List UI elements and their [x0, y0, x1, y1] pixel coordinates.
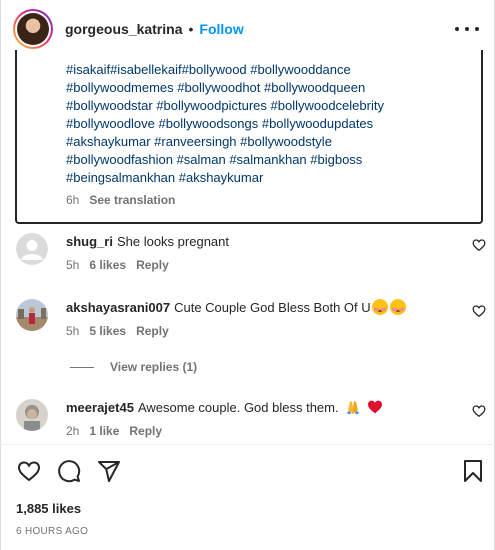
caption-meta: 6h See translation — [66, 193, 481, 207]
caption-hashtags: #isakaif#isabellekaif#bollywood #bollywo… — [66, 61, 476, 187]
avatar-border — [15, 11, 51, 47]
comment-username[interactable]: shug_ri — [66, 234, 113, 249]
more-options-icon[interactable] — [455, 19, 479, 39]
avatar-photo — [16, 299, 48, 331]
replies-divider-line — [70, 366, 94, 368]
view-replies-button[interactable]: View replies (1) — [70, 360, 197, 374]
actions-divider — [0, 444, 495, 445]
share-icon[interactable] — [97, 459, 121, 483]
likes-count[interactable]: 1,885 likes — [16, 501, 81, 516]
folded-hands-emoji — [347, 401, 360, 414]
comment-heart-icon[interactable] — [472, 304, 486, 318]
see-translation-button[interactable]: See translation — [89, 193, 175, 207]
comment-meta: 2h 1 like Reply — [66, 424, 466, 438]
avatar-photo — [16, 399, 48, 431]
hashtag-line[interactable]: #bollywoodstar #bollywoodpictures #bolly… — [66, 97, 476, 115]
red-heart-emoji — [367, 400, 382, 414]
comment-meta: 5h 5 likes Reply — [66, 324, 466, 338]
hashtag-line[interactable]: #beingsalmankhan #akshaykumar — [66, 169, 476, 187]
comment-time: 5h — [66, 258, 80, 272]
comment-icon[interactable] — [57, 459, 81, 483]
hashtag-line[interactable]: #isakaif#isabellekaif#bollywood #bollywo… — [66, 61, 476, 79]
comment-time: 2h — [66, 424, 80, 438]
comment-heart-icon[interactable] — [472, 238, 486, 252]
hashtag-line[interactable]: #bollywoodmemes #bollywoodhot #bollywood… — [66, 79, 476, 97]
smiling-face-emoji — [371, 299, 388, 315]
hashtag-line[interactable]: #bollywoodlove #bollywoodsongs #bollywoo… — [66, 115, 476, 133]
comment-likes[interactable]: 1 like — [89, 424, 119, 438]
comment-body: shug_ri She looks pregnant 5h 6 likes Rep… — [66, 233, 466, 272]
comment-line: akshayasrani007 Cute Couple God Bless Bot… — [66, 299, 466, 316]
avatar-photo — [17, 13, 49, 45]
hashtag-line[interactable]: #bollywoodfashion #salman #salmankhan #b… — [66, 151, 476, 169]
comment-meta: 5h 6 likes Reply — [66, 258, 466, 272]
comment-time: 5h — [66, 324, 80, 338]
separator-dot: • — [188, 21, 194, 37]
hashtag-line[interactable]: #akshaykumar #ranveersingh #bollywoodsty… — [66, 133, 476, 151]
post-username[interactable]: gorgeous_katrina — [65, 21, 182, 37]
caption-time: 6h — [66, 193, 80, 207]
comment-text: She looks pregnant — [116, 234, 229, 249]
reply-button[interactable]: Reply — [136, 324, 169, 338]
comment-line: meerajet45 Awesome couple. God bless them… — [66, 399, 466, 416]
default-avatar-icon — [16, 233, 48, 265]
bookmark-icon[interactable] — [461, 459, 485, 483]
caption-box: #isakaif#isabellekaif#bollywood #bollywo… — [15, 50, 483, 224]
comment-username[interactable]: meerajet45 — [66, 400, 134, 415]
comment-likes[interactable]: 6 likes — [89, 258, 126, 272]
smiling-face-emoji — [389, 299, 406, 315]
comment-likes[interactable]: 5 likes — [89, 324, 126, 338]
reply-button[interactable]: Reply — [136, 258, 169, 272]
comment-text: Awesome couple. God bless them. — [137, 400, 339, 415]
comment-heart-icon[interactable] — [472, 404, 486, 418]
comment-body: meerajet45 Awesome couple. God bless them… — [66, 399, 466, 438]
comment-body: akshayasrani007 Cute Couple God Bless Bot… — [66, 299, 466, 338]
post-timestamp[interactable]: 6 hours ago — [16, 526, 88, 537]
commenter-avatar[interactable] — [16, 233, 48, 265]
commenter-avatar[interactable] — [16, 399, 48, 431]
comment-line: shug_ri She looks pregnant — [66, 233, 466, 250]
heart-icon[interactable] — [17, 459, 41, 483]
follow-button[interactable]: Follow — [199, 21, 243, 37]
profile-avatar[interactable] — [13, 9, 53, 49]
reply-button[interactable]: Reply — [129, 424, 162, 438]
commenter-avatar[interactable] — [16, 299, 48, 331]
view-replies-label: View replies (1) — [110, 360, 198, 374]
comment-text: Cute Couple God Bless Both Of U — [174, 300, 371, 315]
comment-username[interactable]: akshayasrani007 — [66, 300, 170, 315]
